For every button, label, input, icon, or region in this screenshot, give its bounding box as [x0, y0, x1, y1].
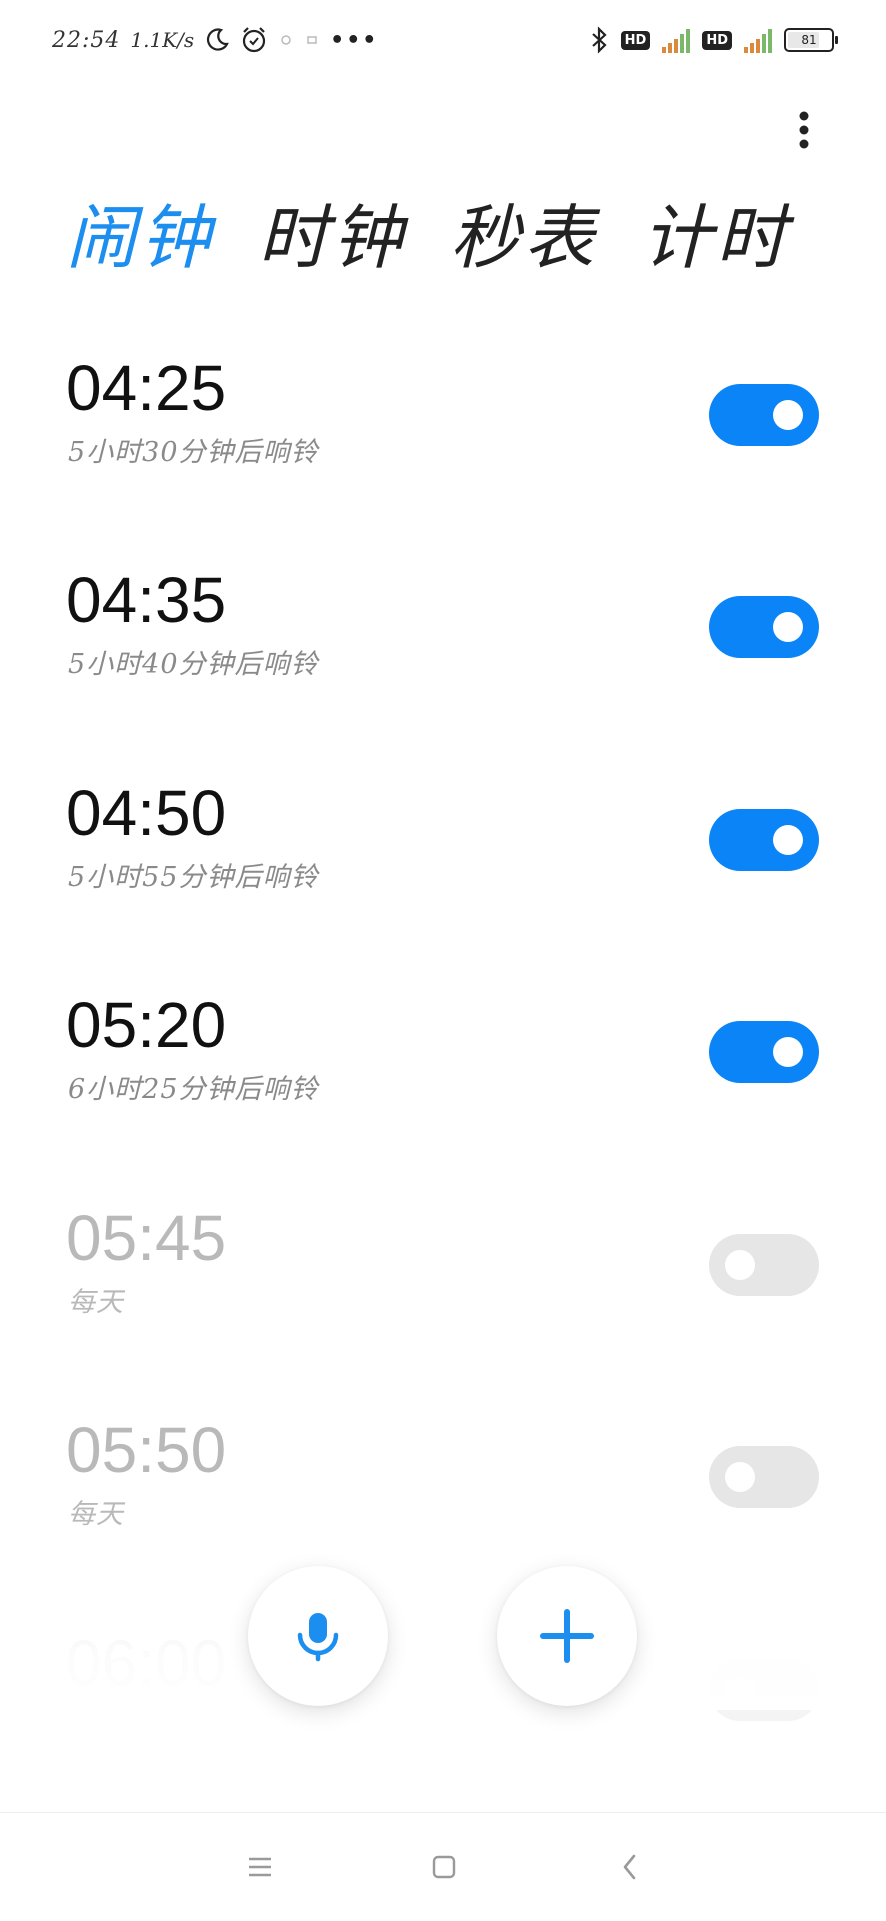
toggle-knob [773, 825, 803, 855]
notification-icon [278, 32, 294, 48]
menu-icon [249, 1857, 271, 1877]
tab-alarm[interactable]: 闹钟 [66, 196, 214, 280]
alarm-toggle[interactable] [709, 1234, 819, 1296]
toggle-knob [725, 1675, 755, 1705]
alarm-subtitle: 每天 [68, 1287, 124, 1318]
more-options-button[interactable] [782, 108, 826, 152]
bluetooth-icon [589, 26, 609, 54]
alarm-toggle[interactable] [709, 809, 819, 871]
status-bar-left: 22:54 1.1K/s ••• [52, 22, 378, 58]
status-bar: 22:54 1.1K/s ••• HD HD 81 [0, 0, 886, 80]
alarm-time: 05:20 [66, 989, 227, 1061]
tab-clock[interactable]: 时钟 [258, 196, 406, 280]
toggle-knob [773, 1037, 803, 1067]
alarm-toggle[interactable] [709, 596, 819, 658]
toggle-knob [773, 400, 803, 430]
status-time: 22:54 [52, 27, 121, 53]
system-nav-bar [0, 1812, 886, 1921]
alarm-subtitle: 5小时30分钟后响铃 [68, 437, 319, 468]
alarm-time: 04:25 [66, 352, 227, 424]
alarm-time: 05:45 [66, 1202, 227, 1274]
alarm-toggle[interactable] [709, 1021, 819, 1083]
signal-strength-icon [662, 27, 691, 53]
plus-icon [540, 1609, 594, 1663]
alarm-row[interactable]: 04:35 5小时40分钟后响铃 [0, 542, 886, 754]
hd-badge-2: HD [702, 30, 732, 50]
tab-stopwatch[interactable]: 秒表 [450, 196, 598, 280]
home-icon [432, 1855, 456, 1879]
nav-back-button[interactable] [604, 1841, 656, 1893]
toggle-knob [725, 1462, 755, 1492]
nav-home-button[interactable] [418, 1841, 470, 1893]
moon-icon [204, 27, 230, 53]
alarm-subtitle: 6小时25分钟后响铃 [68, 1074, 319, 1105]
alarm-time: 06:00 [66, 1627, 227, 1699]
nav-recent-apps-button[interactable] [234, 1841, 286, 1893]
vertical-dots-icon [799, 111, 809, 149]
voice-add-alarm-button[interactable] [248, 1566, 388, 1706]
microphone-icon [297, 1613, 339, 1662]
alarm-time: 04:50 [66, 777, 227, 849]
alarm-time: 05:50 [66, 1414, 227, 1486]
tab-timer[interactable]: 计时 [642, 196, 790, 280]
more-notifications-icon: ••• [330, 27, 379, 53]
back-icon [623, 1854, 636, 1880]
alarm-toggle[interactable] [709, 1446, 819, 1508]
add-alarm-button[interactable] [497, 1566, 637, 1706]
alarm-row[interactable]: 05:20 6小时25分钟后响铃 [0, 967, 886, 1179]
hd-badge: HD [620, 30, 651, 50]
network-speed: 1.1K/s [130, 28, 195, 52]
alarm-row[interactable]: 04:25 5小时30分钟后响铃 [0, 330, 886, 542]
battery-icon: 81 [784, 28, 838, 52]
alarm-toggle[interactable] [709, 384, 819, 446]
signal-strength-icon-2 [744, 27, 772, 53]
alarm-row[interactable]: 04:50 5小时55分钟后响铃 [0, 755, 886, 967]
alarm-row[interactable]: 06:00 [0, 1605, 886, 1817]
alarm-subtitle: 每天 [68, 1499, 124, 1530]
battery-level: 81 [801, 33, 817, 47]
toggle-knob [773, 612, 803, 642]
alarm-subtitle: 5小时55分钟后响铃 [68, 862, 319, 893]
tab-bar: 闹钟 时钟 秒表 计时 [66, 196, 790, 280]
alarm-subtitle: 5小时40分钟后响铃 [68, 649, 319, 680]
alarm-time: 04:35 [66, 564, 227, 636]
alarm-row[interactable]: 05:50 每天 [0, 1392, 886, 1604]
status-bar-right: HD HD 81 [589, 22, 838, 58]
notification-icon-2 [304, 32, 320, 48]
toggle-knob [725, 1250, 755, 1280]
alarm-clock-icon [240, 26, 268, 54]
alarm-toggle[interactable] [709, 1659, 819, 1721]
alarm-row[interactable]: 05:45 每天 [0, 1180, 886, 1392]
